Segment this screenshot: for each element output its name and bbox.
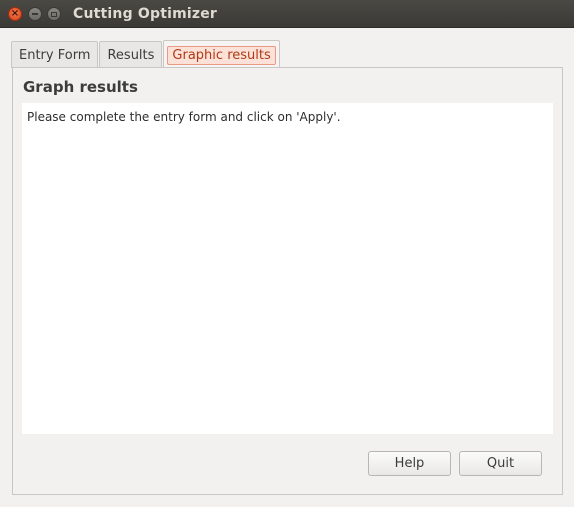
minimize-icon	[32, 13, 38, 15]
maximize-window-button[interactable]	[47, 7, 61, 21]
maximize-icon	[51, 11, 57, 17]
tab-label: Graphic results	[167, 45, 276, 65]
help-button[interactable]: Help	[368, 451, 451, 476]
minimize-window-button[interactable]	[28, 7, 42, 21]
panel-title: Graph results	[23, 78, 138, 96]
tab-label: Entry Form	[19, 47, 91, 63]
tab-results[interactable]: Results	[99, 41, 163, 68]
title-bar[interactable]: × Cutting Optimizer	[0, 0, 574, 28]
graph-area: Please complete the entry form and click…	[22, 103, 553, 434]
quit-button[interactable]: Quit	[459, 451, 542, 476]
instruction-message: Please complete the entry form and click…	[27, 110, 341, 124]
close-icon: ×	[10, 8, 20, 19]
tab-entry-form[interactable]: Entry Form	[11, 41, 99, 68]
close-window-button[interactable]: ×	[8, 7, 22, 21]
window-title: Cutting Optimizer	[73, 6, 218, 22]
tab-graphic-results[interactable]: Graphic results	[163, 40, 280, 69]
tab-panel: Graph results Please complete the entry …	[12, 67, 563, 495]
tab-bar: Entry Form Results Graphic results	[11, 40, 281, 69]
tab-label: Results	[107, 47, 155, 63]
